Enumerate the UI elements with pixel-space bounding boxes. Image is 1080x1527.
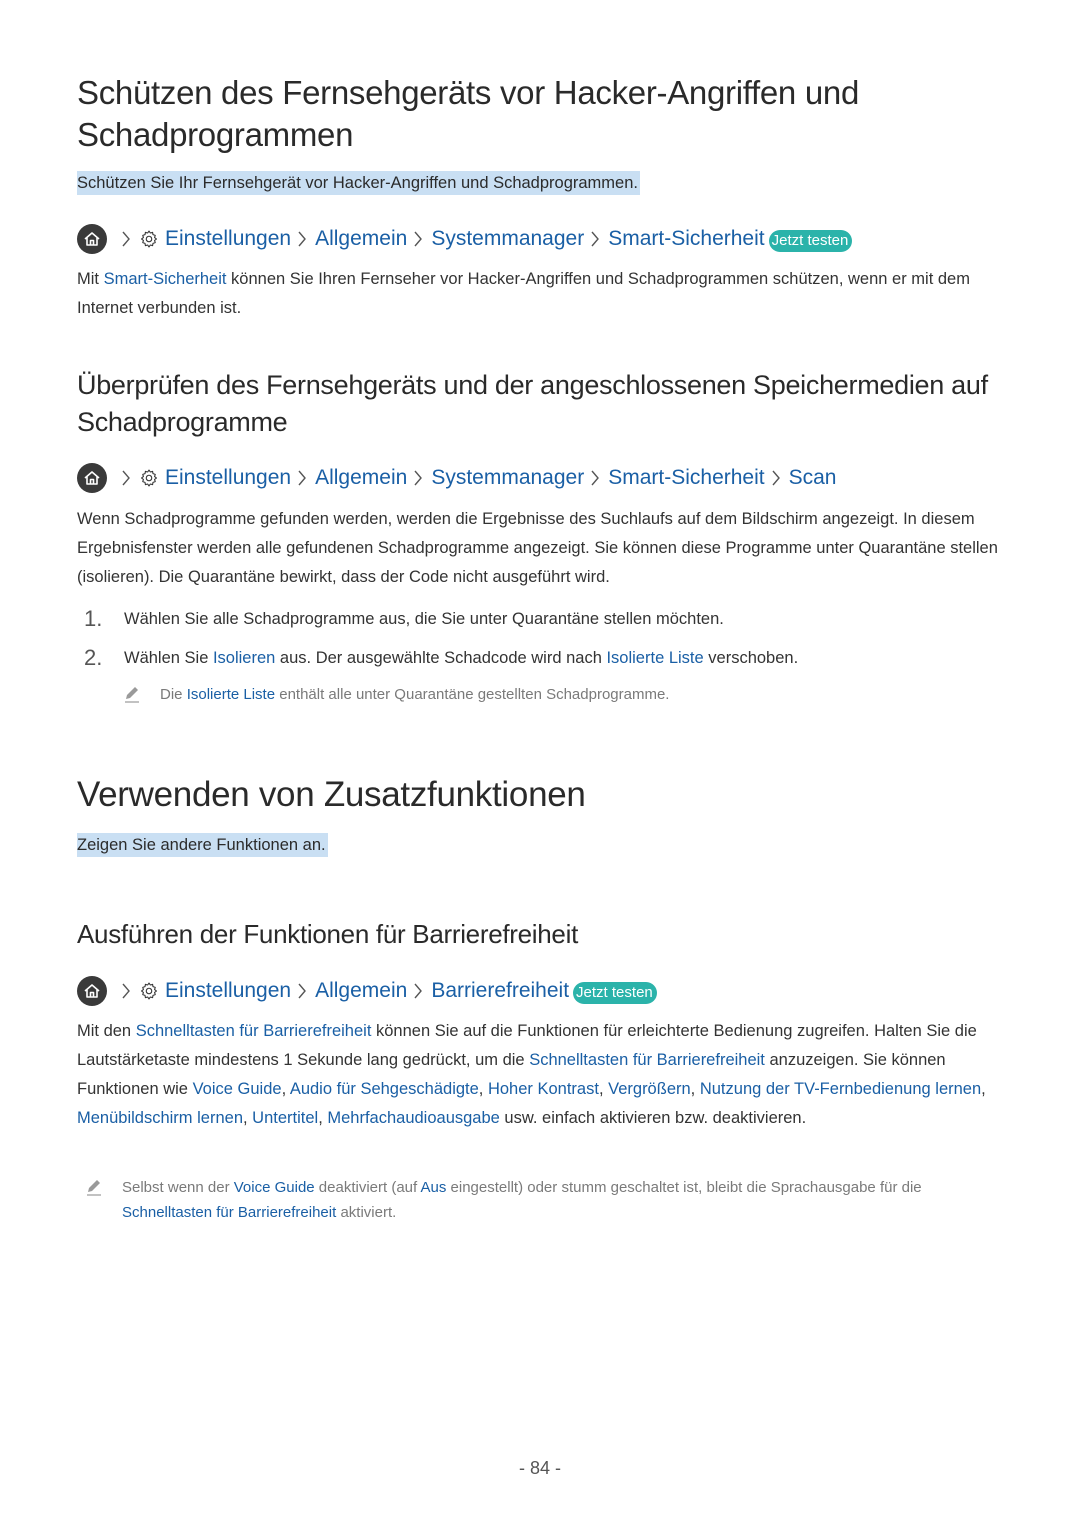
gear-icon — [139, 981, 159, 1001]
chevron-right-icon — [293, 229, 311, 249]
note-voice-guide: Selbst wenn der Voice Guide deaktiviert … — [84, 1175, 1014, 1225]
menu-path-scan: Einstellungen Allgemein Systemmanager Sm… — [77, 462, 836, 494]
text: , — [478, 1080, 488, 1098]
chevron-right-icon — [767, 468, 785, 488]
text: verschoben. — [703, 649, 799, 667]
home-icon[interactable] — [77, 976, 107, 1006]
section-title-security: Schützen des Fernsehgeräts vor Hacker-An… — [77, 72, 859, 156]
menu-path-accessibility: Einstellungen Allgemein Barrierefreiheit… — [77, 975, 657, 1007]
text: Selbst wenn der — [122, 1179, 234, 1196]
link-enlarge[interactable]: Vergrößern — [608, 1080, 691, 1098]
title-line-1: Überprüfen des Fernsehgeräts und der ang… — [77, 370, 988, 400]
home-icon[interactable] — [77, 463, 107, 493]
pencil-note-icon — [84, 1177, 104, 1197]
chevron-right-icon — [586, 229, 604, 249]
link-multi-output-audio[interactable]: Mehrfachaudioausgabe — [327, 1109, 499, 1127]
chevron-right-icon — [117, 981, 135, 1001]
chevron-right-icon — [409, 229, 427, 249]
section-body-scan: Wenn Schadprogramme gefunden werden, wer… — [77, 510, 998, 586]
menu-path-smart-security: Einstellungen Allgemein Systemmanager Sm… — [77, 223, 853, 255]
link-high-contrast[interactable]: Hoher Kontrast — [488, 1080, 599, 1098]
text: , — [318, 1109, 328, 1127]
link-accessibility-shortcuts[interactable]: Schnelltasten für Barrierefreiheit — [136, 1022, 372, 1040]
text: , — [981, 1080, 986, 1098]
link-smart-security[interactable]: Smart-Sicherheit — [104, 270, 227, 288]
section-title-accessibility: Ausführen der Funktionen für Barrierefre… — [77, 919, 578, 949]
path-item-system-manager[interactable]: Systemmanager — [431, 466, 584, 490]
step-text: Wählen Sie Isolieren aus. Der ausgewählt… — [124, 646, 798, 670]
section-summary-security: Schützen Sie Ihr Fernsehgerät vor Hacker… — [77, 171, 640, 195]
gear-icon — [139, 468, 159, 488]
path-item-smart-security[interactable]: Smart-Sicherheit — [608, 466, 764, 490]
section-title-additional-functions: Verwenden von Zusatzfunktionen — [77, 775, 586, 814]
link-isolated-list[interactable]: Isolierte Liste — [187, 686, 275, 703]
note-text: Selbst wenn der Voice Guide deaktiviert … — [122, 1175, 1014, 1225]
step-number: 2. — [84, 645, 103, 670]
step-1: 1. Wählen Sie alle Schadprogramme aus, d… — [84, 607, 724, 631]
path-item-general[interactable]: Allgemein — [315, 979, 407, 1003]
path-item-settings[interactable]: Einstellungen — [165, 466, 291, 490]
link-accessibility-shortcuts[interactable]: Schnelltasten für Barrierefreiheit — [122, 1204, 336, 1221]
text: aktiviert. — [336, 1204, 397, 1221]
text: Wählen Sie — [124, 649, 213, 667]
link-isolated-list[interactable]: Isolierte Liste — [606, 649, 703, 667]
step-number: 1. — [84, 606, 103, 631]
text: deaktiviert (auf — [314, 1179, 421, 1196]
path-item-settings[interactable]: Einstellungen — [165, 227, 291, 251]
text: , — [598, 1080, 609, 1098]
link-audio-description[interactable]: Audio für Sehgeschädigte — [290, 1080, 479, 1098]
path-item-accessibility[interactable]: Barrierefreiheit — [431, 979, 569, 1003]
path-item-smart-security[interactable]: Smart-Sicherheit — [608, 227, 764, 251]
path-item-scan[interactable]: Scan — [789, 466, 837, 490]
link-accessibility-shortcuts[interactable]: Schnelltasten für Barrierefreiheit — [529, 1051, 765, 1069]
section-body-security: Mit Smart-Sicherheit können Sie Ihren Fe… — [77, 265, 1007, 323]
chevron-right-icon — [117, 468, 135, 488]
text: , — [243, 1109, 253, 1127]
text: Mit — [77, 270, 104, 288]
step-2: 2. Wählen Sie Isolieren aus. Der ausgewä… — [84, 646, 798, 670]
try-now-button[interactable]: Jetzt testen — [573, 982, 657, 1004]
text: usw. einfach aktivieren bzw. deaktiviere… — [499, 1109, 807, 1127]
title-line-2: Schadprogrammen — [77, 116, 354, 153]
chevron-right-icon — [117, 229, 135, 249]
path-item-system-manager[interactable]: Systemmanager — [431, 227, 584, 251]
link-learn-remote[interactable]: Nutzung der TV-Fernbedienung lernen — [700, 1080, 981, 1098]
step-text: Wählen Sie alle Schadprogramme aus, die … — [124, 610, 724, 628]
link-subtitles[interactable]: Untertitel — [252, 1109, 318, 1127]
chevron-right-icon — [586, 468, 604, 488]
title-line-2: Schadprogramme — [77, 407, 288, 437]
path-item-settings[interactable]: Einstellungen — [165, 979, 291, 1003]
text: Mit den — [77, 1022, 136, 1040]
gear-icon — [139, 229, 159, 249]
path-item-general[interactable]: Allgemein — [315, 227, 407, 251]
chevron-right-icon — [409, 981, 427, 1001]
link-isolate[interactable]: Isolieren — [213, 649, 275, 667]
text: aus. Der ausgewählte Schadcode wird nach — [275, 649, 607, 667]
try-now-button[interactable]: Jetzt testen — [768, 230, 853, 252]
section-summary-additional-functions: Zeigen Sie andere Funktionen an. — [77, 833, 328, 857]
text: , — [281, 1080, 290, 1098]
link-off[interactable]: Aus — [421, 1179, 447, 1196]
title-line-1: Schützen des Fernsehgeräts vor Hacker-An… — [77, 74, 860, 111]
link-voice-guide[interactable]: Voice Guide — [193, 1080, 282, 1098]
chevron-right-icon — [293, 468, 311, 488]
section-title-scan: Überprüfen des Fernsehgeräts und der ang… — [77, 367, 988, 441]
link-learn-menu[interactable]: Menübildschirm lernen — [77, 1109, 243, 1127]
note-isolated-list: Die Isolierte Liste enthält alle unter Q… — [122, 682, 669, 707]
path-item-general[interactable]: Allgemein — [315, 466, 407, 490]
page-number: - 84 - — [518, 1458, 561, 1478]
text: eingestellt) oder stumm geschaltet ist, … — [446, 1179, 922, 1196]
chevron-right-icon — [293, 981, 311, 1001]
text: enthält alle unter Quarantäne gestellten… — [275, 686, 670, 703]
section-body-accessibility: Mit den Schnelltasten für Barrierefreihe… — [77, 1017, 1007, 1133]
text: , — [690, 1080, 700, 1098]
note-text: Die Isolierte Liste enthält alle unter Q… — [160, 682, 669, 707]
pencil-note-icon — [122, 684, 142, 704]
link-voice-guide[interactable]: Voice Guide — [234, 1179, 315, 1196]
text: Die — [160, 686, 187, 703]
chevron-right-icon — [409, 468, 427, 488]
home-icon[interactable] — [77, 224, 107, 254]
